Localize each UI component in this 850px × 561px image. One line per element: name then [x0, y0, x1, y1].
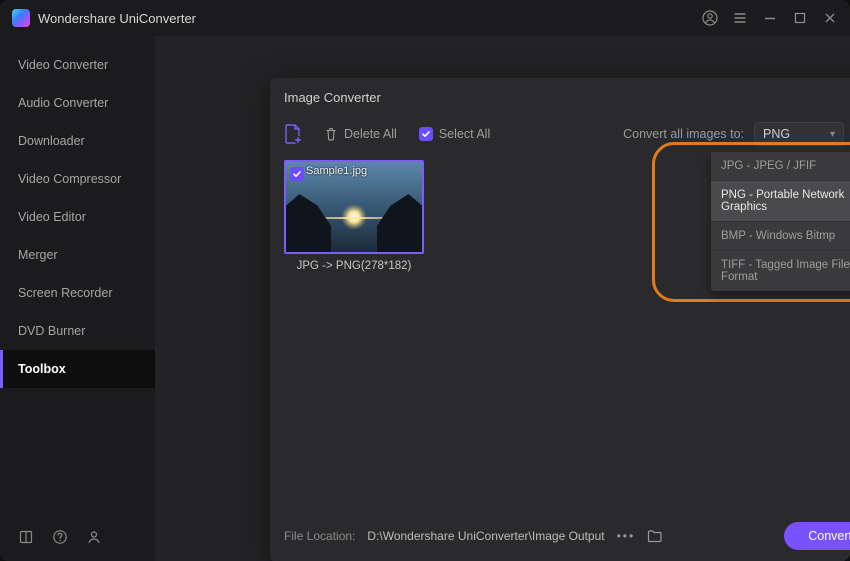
dialog-footer: File Location: D:\Wondershare UniConvert… [270, 510, 850, 561]
user-icon[interactable] [86, 529, 102, 545]
open-folder-button[interactable] [647, 529, 663, 543]
file-location-path: D:\Wondershare UniConverter\Image Output [367, 529, 604, 543]
library-icon[interactable] [18, 529, 34, 545]
sidebar-item-video-converter[interactable]: Video Converter [0, 46, 155, 84]
delete-all-label: Delete All [344, 127, 397, 141]
delete-all-button[interactable]: Delete All [324, 127, 397, 141]
image-converter-dialog: Image Converter ✕ Delete All [270, 78, 850, 561]
main-panel: ata tadata om CD Image Converter ✕ [155, 36, 850, 561]
window-controls [702, 10, 838, 26]
account-icon[interactable] [702, 10, 718, 26]
sidebar-item-screen-recorder[interactable]: Screen Recorder [0, 274, 155, 312]
maximize-button[interactable] [792, 10, 808, 26]
minimize-button[interactable] [762, 10, 778, 26]
trash-icon [324, 127, 338, 141]
close-button[interactable] [822, 10, 838, 26]
dialog-content: Sample1.jpg JPG -> PNG(278*182) JPG - JP… [270, 152, 850, 510]
app-body: Video Converter Audio Converter Download… [0, 36, 850, 561]
menu-icon[interactable] [732, 10, 748, 26]
chevron-down-icon: ▾ [830, 129, 835, 140]
format-select-value: PNG [763, 127, 790, 141]
sidebar-item-audio-converter[interactable]: Audio Converter [0, 84, 155, 122]
file-checkbox[interactable] [290, 166, 304, 184]
app-window: Wondershare UniConverter Video Converter… [0, 0, 850, 561]
convert-button[interactable]: Convert [784, 522, 850, 550]
format-option-tiff[interactable]: TIFF - Tagged Image File Format [711, 251, 850, 291]
browse-path-button[interactable]: ••• [617, 529, 636, 543]
sidebar: Video Converter Audio Converter Download… [0, 36, 155, 561]
format-option-bmp[interactable]: BMP - Windows Bitmp [711, 222, 850, 251]
file-caption: JPG -> PNG(278*182) [284, 260, 424, 272]
dialog-header: Image Converter ✕ [270, 78, 850, 116]
file-thumbnail[interactable]: Sample1.jpg JPG -> PNG(278*182) [284, 160, 424, 272]
dialog-title: Image Converter [284, 90, 381, 105]
format-option-jpg[interactable]: JPG - JPEG / JFIF [711, 152, 850, 181]
sidebar-item-toolbox[interactable]: Toolbox [0, 350, 155, 388]
app-title: Wondershare UniConverter [38, 11, 196, 26]
file-name-label: Sample1.jpg [306, 165, 367, 177]
format-dropdown-menu: JPG - JPEG / JFIF PNG - Portable Network… [711, 152, 850, 291]
select-all-label: Select All [439, 127, 490, 141]
sidebar-item-merger[interactable]: Merger [0, 236, 155, 274]
add-file-button[interactable] [284, 124, 302, 144]
checkbox-icon [419, 127, 433, 141]
sidebar-item-video-compressor[interactable]: Video Compressor [0, 160, 155, 198]
format-option-png[interactable]: PNG - Portable Network Graphics [711, 181, 850, 222]
title-bar: Wondershare UniConverter [0, 0, 850, 36]
help-icon[interactable] [52, 529, 68, 545]
sidebar-item-downloader[interactable]: Downloader [0, 122, 155, 160]
sidebar-item-dvd-burner[interactable]: DVD Burner [0, 312, 155, 350]
app-logo-icon [12, 9, 30, 27]
thumbnail-image: Sample1.jpg [284, 160, 424, 254]
sidebar-item-video-editor[interactable]: Video Editor [0, 198, 155, 236]
convert-all-label: Convert all images to: [623, 127, 744, 141]
sidebar-bottom-icons [0, 519, 155, 561]
file-location-label: File Location: [284, 529, 355, 543]
dialog-toolbar: Delete All Select All Convert all images… [270, 116, 850, 152]
format-select[interactable]: PNG ▾ [754, 122, 844, 146]
select-all-checkbox[interactable]: Select All [419, 127, 490, 141]
